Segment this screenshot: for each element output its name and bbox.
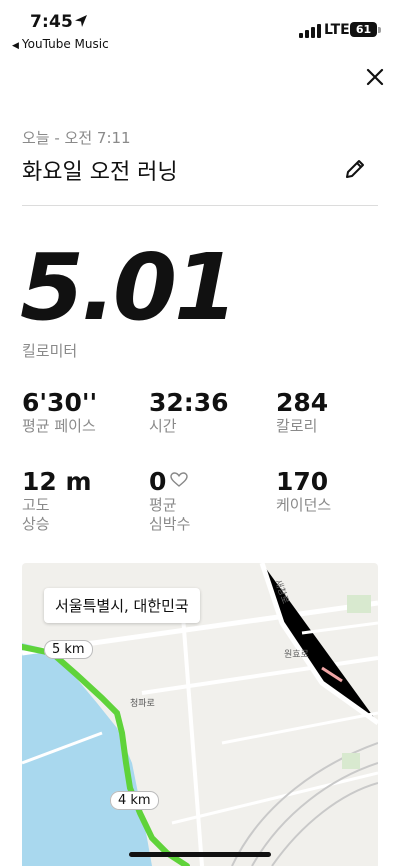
signal-icon: [299, 24, 321, 38]
divider: [22, 205, 378, 206]
back-app-label: YouTube Music: [21, 37, 109, 51]
distance-unit: 킬로미터: [22, 342, 78, 360]
stat-label: 고도: [22, 496, 50, 514]
home-indicator[interactable]: [129, 852, 271, 857]
close-icon[interactable]: [362, 64, 388, 90]
km-marker-label: 5 km: [44, 640, 93, 659]
stat-label: 칼로리: [276, 417, 318, 435]
activity-title: 화요일 오전 러닝: [22, 160, 178, 185]
stat-label: 케이던스: [276, 496, 332, 514]
stat-cadence: 170 케이던스: [276, 467, 331, 515]
stat-label: 상승: [22, 515, 50, 533]
stat-calories: 284 칼로리: [276, 388, 328, 436]
network-type: LTE: [324, 22, 350, 38]
battery-cap: [378, 27, 381, 33]
stat-value: 12 m: [22, 467, 92, 496]
road-label: 원효로: [284, 650, 309, 660]
activity-date: 오늘 - 오전 7:11: [22, 129, 131, 147]
distance-value: 5.01: [20, 234, 238, 341]
stat-avg-heart-rate: 0 평균 심박수: [149, 467, 190, 534]
road-label: 청파로: [130, 699, 155, 709]
stat-label: 심박수: [149, 515, 191, 533]
stat-value: 284: [276, 388, 329, 417]
stat-label: 평균 페이스: [22, 417, 96, 435]
stat-time: 32:36 시간: [149, 388, 229, 436]
stat-elevation-gain: 12 m 고도 상승: [22, 467, 92, 534]
km-marker-label: 4 km: [110, 791, 159, 810]
stat-avg-pace: 6'30'' 평균 페이스: [22, 388, 97, 436]
back-to-app-link[interactable]: ◀ YouTube Music: [12, 37, 109, 51]
stat-value: 170: [276, 467, 329, 496]
battery-icon: 61: [350, 22, 377, 37]
map-location-label[interactable]: 서울특별시, 대한민국: [44, 588, 200, 623]
km-marker-4: 4 km: [110, 789, 159, 810]
stat-value: 32:36: [149, 388, 229, 417]
stat-label: 시간: [149, 417, 177, 435]
battery-level: 61: [355, 23, 372, 36]
back-triangle-icon: ◀: [12, 41, 19, 51]
edit-pencil-icon[interactable]: [342, 156, 368, 182]
stat-value: 0: [149, 467, 167, 496]
heart-icon: [170, 472, 189, 487]
location-arrow-icon: [75, 15, 87, 27]
km-marker-5: 5 km: [44, 638, 93, 659]
status-time: 7:45: [30, 12, 74, 32]
stat-label: 평균: [149, 496, 177, 514]
stat-value: 6'30'': [22, 388, 98, 417]
